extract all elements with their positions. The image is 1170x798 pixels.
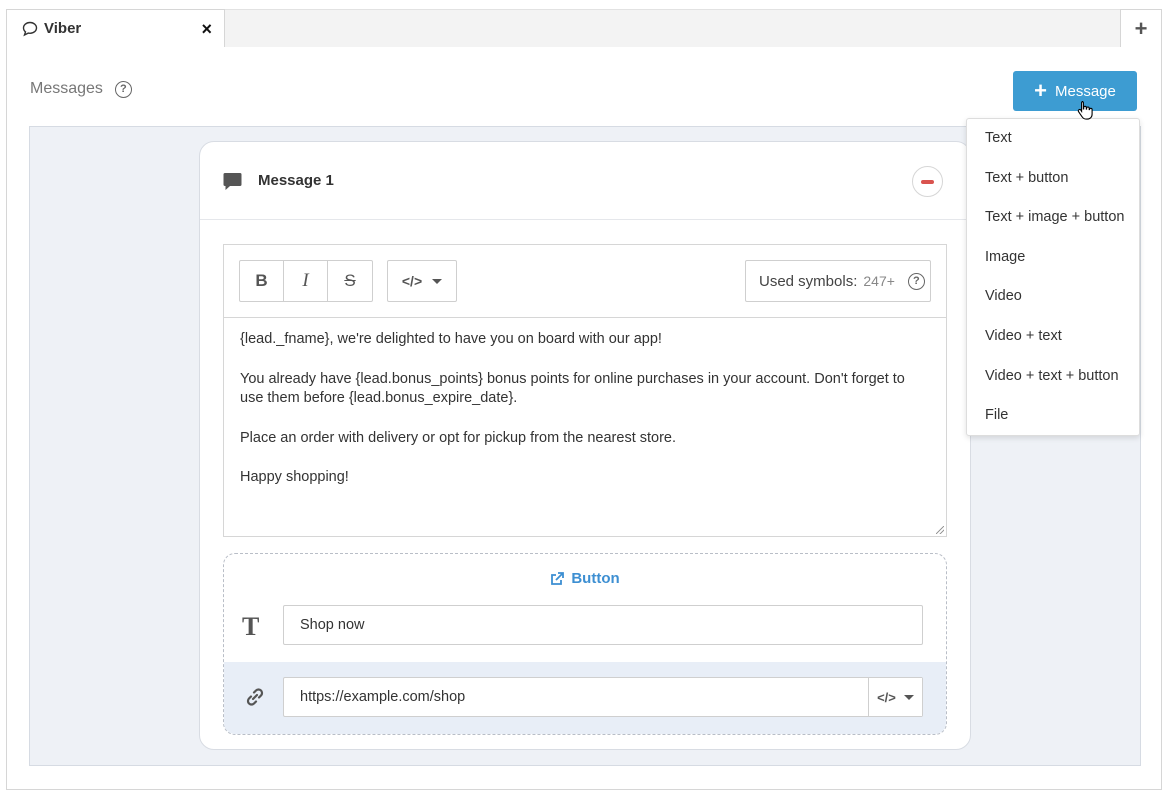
tab-title: Viber [44, 20, 82, 37]
add-message-label: Message [1054, 82, 1116, 100]
button-url-input[interactable]: https://example.com/shop </> [283, 677, 923, 717]
menu-item-text-button[interactable]: Text + button [985, 170, 1068, 186]
comment-icon [223, 172, 242, 191]
message-paragraph: Place an order with delivery or opt for … [240, 429, 677, 446]
italic-button[interactable]: I [284, 261, 328, 301]
message-paragraph: Happy shopping! [240, 469, 349, 485]
add-tab-button[interactable]: + [1120, 9, 1162, 48]
used-symbols-counter: Used symbols: 247+ ? [745, 260, 931, 302]
symbols-label: Used symbols: [759, 272, 858, 290]
plus-icon: + [1134, 16, 1148, 41]
help-icon[interactable]: ? [114, 80, 132, 98]
button-url-row: https://example.com/shop </> [224, 662, 946, 734]
symbols-count: 247+ [863, 273, 895, 289]
close-tab-icon[interactable]: × [201, 19, 212, 39]
chat-bubble-icon [22, 20, 39, 37]
menu-item-text[interactable]: Text [985, 130, 1012, 146]
message-card: Message 1 B I S </> Used symbols: 247+ ?… [199, 141, 971, 750]
editor-toolbar: B I S </> Used symbols: 247+ ? [224, 245, 946, 318]
tab-viber[interactable]: Viber × [6, 9, 225, 48]
message-type-menu: Text Text + button Text + image + button… [966, 118, 1140, 436]
chevron-down-icon [903, 694, 914, 700]
menu-item-image[interactable]: Image [985, 249, 1025, 265]
message-paragraph: You already have {lead.bonus_points} bon… [240, 370, 905, 407]
chevron-down-icon [432, 278, 443, 284]
button-text-input[interactable]: Shop now [283, 605, 923, 645]
menu-item-video[interactable]: Video [985, 288, 1022, 304]
insert-variable-button[interactable]: </> [387, 260, 457, 302]
bold-button[interactable]: B [240, 261, 284, 301]
link-icon [244, 686, 266, 708]
resize-handle[interactable] [936, 526, 944, 534]
format-group: B I S [239, 260, 373, 302]
menu-item-file[interactable]: File [985, 407, 1008, 423]
button-heading-label: Button [571, 570, 620, 587]
messages-header: Messages ? [30, 80, 132, 98]
button-section-heading[interactable]: Button [224, 570, 946, 587]
hand-cursor-icon [1077, 100, 1093, 120]
messages-label: Messages [30, 80, 103, 97]
message-card-header: Message 1 [200, 142, 970, 220]
plus-icon: + [1034, 78, 1047, 103]
code-icon: </> [401, 273, 423, 289]
message-text[interactable]: {lead._fname}, we're delighted to have y… [240, 330, 930, 508]
remove-message-button[interactable] [912, 166, 943, 197]
message-paragraph: {lead._fname}, we're delighted to have y… [240, 331, 662, 347]
message-editor[interactable]: B I S </> Used symbols: 247+ ? {lead._fn… [223, 244, 947, 537]
help-icon[interactable]: ? [907, 272, 925, 290]
minus-icon [921, 179, 934, 184]
code-icon: </> [877, 689, 896, 705]
text-icon: T [242, 612, 260, 641]
menu-item-video-text-button[interactable]: Video + text + button [985, 368, 1119, 384]
tab-bar: Viber × + [6, 9, 1162, 48]
external-link-icon [551, 571, 565, 585]
tab-bar-filler [225, 9, 1126, 47]
message-title: Message 1 [258, 172, 334, 189]
strikethrough-button[interactable]: S [328, 261, 372, 301]
add-message-button[interactable]: + Message [1013, 71, 1137, 111]
menu-item-video-text[interactable]: Video + text [985, 328, 1062, 344]
button-section: Button T Shop now https://example.com/sh… [223, 553, 947, 735]
url-value: https://example.com/shop [300, 689, 466, 705]
menu-item-text-image-button[interactable]: Text + image + button [985, 209, 1124, 225]
insert-variable-button[interactable]: </> [868, 678, 922, 716]
